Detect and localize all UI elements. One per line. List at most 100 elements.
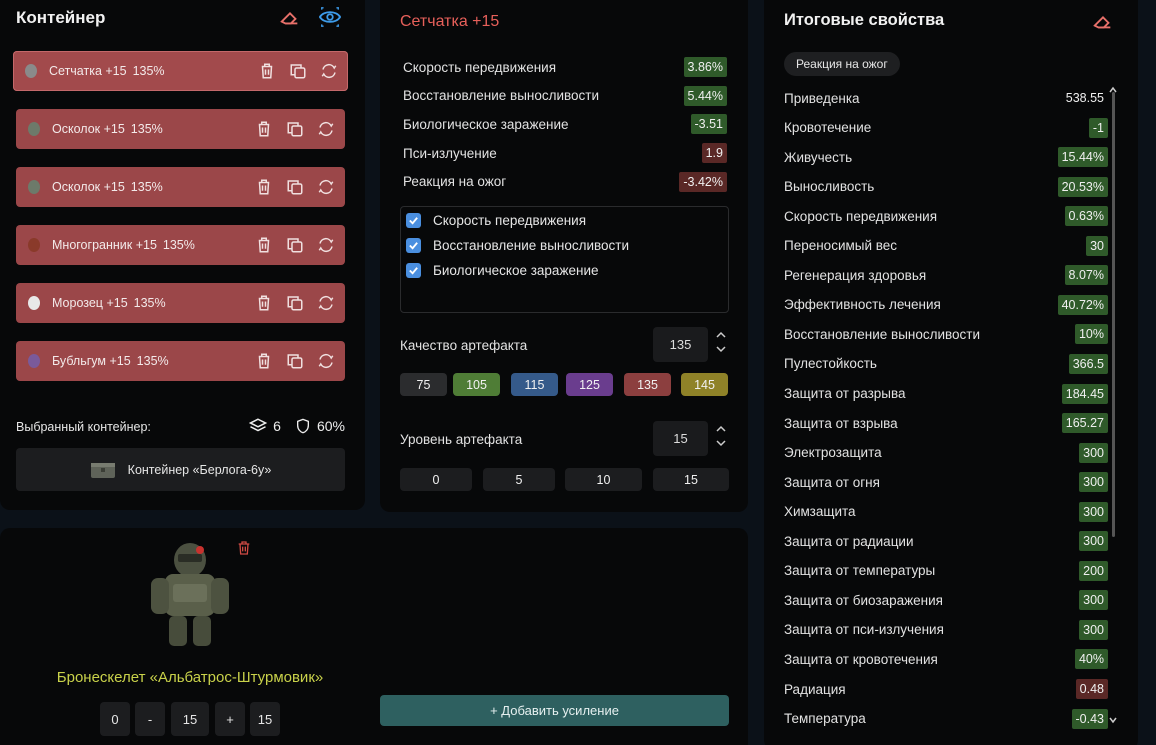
swap-icon[interactable] (320, 62, 338, 80)
delete-icon[interactable] (255, 120, 273, 138)
final-property-value: 300 (1079, 619, 1108, 640)
delete-icon[interactable] (258, 62, 276, 80)
artifact-slot[interactable]: Бубльгум +15 135% (16, 341, 345, 381)
level-spinner[interactable] (715, 425, 727, 447)
armor-level-input[interactable]: 15 (171, 702, 209, 736)
artifact-property-row: Реакция на ожог -3.42% (403, 171, 727, 193)
delete-icon[interactable] (255, 352, 273, 370)
level-preset-chip[interactable]: 0 (400, 468, 472, 491)
final-property-row: Эффективность лечения 40.72% (784, 294, 1108, 316)
checkmark-icon[interactable] (406, 263, 421, 278)
checkmark-icon[interactable] (406, 213, 421, 228)
container-panel: Контейнер Сетчатка +15 135% Осколок +15 … (0, 0, 365, 510)
swap-icon[interactable] (317, 236, 335, 254)
scroll-down-icon[interactable] (1108, 716, 1118, 724)
checkbox-label: Скорость передвижения (433, 213, 587, 228)
level-preset-chip[interactable]: 5 (483, 468, 555, 491)
quality-preset-chip[interactable]: 145 (681, 373, 728, 396)
property-checkbox[interactable]: Биологическое заражение (406, 263, 599, 278)
scroll-up-icon[interactable] (1108, 86, 1118, 94)
final-property-label: Выносливость (784, 179, 875, 195)
property-checkbox[interactable]: Скорость передвижения (406, 213, 586, 228)
checkbox-label: Биологическое заражение (433, 263, 599, 278)
eye-icon[interactable] (319, 6, 341, 28)
quality-input[interactable]: 135 (653, 327, 708, 362)
final-property-row: Защита от биозаражения 300 (784, 589, 1108, 611)
quality-preset-chip[interactable]: 75 (400, 373, 447, 396)
copy-icon[interactable] (286, 120, 304, 138)
add-upgrade-button[interactable]: + Добавить усиление (380, 695, 729, 726)
final-property-label: Радиация (784, 681, 846, 697)
selected-container-label: Выбранный контейнер: (16, 420, 151, 434)
filter-tag[interactable]: Реакция на ожог (784, 52, 900, 76)
shield-icon (296, 418, 309, 434)
quality-preset-chip[interactable]: 115 (511, 373, 558, 396)
final-property-label: Температура (784, 711, 866, 727)
chevron-up-icon[interactable] (715, 331, 727, 339)
final-property-value: 538.55 (1065, 91, 1104, 105)
artifact-slot[interactable]: Осколок +15 135% (16, 109, 345, 149)
copy-icon[interactable] (286, 178, 304, 196)
final-property-row: Кровотечение -1 (784, 117, 1108, 139)
final-property-label: Защита от радиации (784, 533, 914, 549)
delete-icon[interactable] (255, 236, 273, 254)
swap-icon[interactable] (317, 352, 335, 370)
scrollbar[interactable] (1112, 92, 1115, 537)
slot-name: Морозец +15 (52, 296, 128, 310)
property-checkbox[interactable]: Восстановление выносливости (406, 238, 629, 253)
final-property-value: 40.72% (1057, 294, 1108, 315)
delete-armor-icon[interactable] (236, 540, 252, 556)
copy-icon[interactable] (286, 352, 304, 370)
final-property-value: 300 (1079, 472, 1108, 493)
checkmark-icon[interactable] (406, 238, 421, 253)
armor-panel: Бронескелет «Альбатрос-Штурмовик» 0 - 15… (0, 528, 748, 745)
copy-icon[interactable] (289, 62, 307, 80)
artifact-title: Сетчатка +15 (400, 13, 500, 30)
chevron-down-icon[interactable] (715, 345, 727, 353)
final-property-label: Эффективность лечения (784, 297, 941, 313)
swap-icon[interactable] (317, 294, 335, 312)
final-property-label: Защита от пси-излучения (784, 622, 944, 638)
swap-icon[interactable] (317, 120, 335, 138)
final-property-row: Защита от радиации 300 (784, 530, 1108, 552)
container-select-button[interactable]: Контейнер «Берлога-6у» (16, 448, 345, 491)
quality-preset-chip[interactable]: 105 (453, 373, 500, 396)
chevron-down-icon[interactable] (715, 439, 727, 447)
slot-quality: 135% (133, 296, 166, 310)
final-property-row: Защита от температуры 200 (784, 560, 1108, 582)
eraser-icon[interactable] (1092, 10, 1114, 32)
chevron-up-icon[interactable] (715, 425, 727, 433)
slot-quality: 135% (162, 238, 195, 252)
delete-icon[interactable] (255, 178, 273, 196)
copy-icon[interactable] (286, 236, 304, 254)
slot-actions (255, 294, 335, 312)
final-property-row: Регенерация здоровья 8.07% (784, 264, 1108, 286)
final-property-label: Регенерация здоровья (784, 267, 927, 283)
quality-preset-chip[interactable]: 125 (566, 373, 613, 396)
artifact-slot[interactable]: Сетчатка +15 135% (13, 51, 348, 91)
artifact-slot[interactable]: Многогранник +15 135% (16, 225, 345, 265)
property-value: -3.51 (690, 114, 727, 135)
armor-min-button[interactable]: 0 (100, 702, 130, 736)
copy-icon[interactable] (286, 294, 304, 312)
armor-decrement-button[interactable]: - (135, 702, 165, 736)
armor-max-button[interactable]: 15 (250, 702, 280, 736)
level-input[interactable]: 15 (653, 421, 708, 456)
eraser-icon[interactable] (279, 6, 301, 28)
armor-name: Бронескелет «Альбатрос-Штурмовик» (56, 669, 324, 686)
artifact-thumbnail (28, 180, 40, 194)
final-property-row: Защита от кровотечения 40% (784, 648, 1108, 670)
armor-increment-button[interactable]: + (215, 702, 245, 736)
swap-icon[interactable] (317, 178, 335, 196)
final-property-row: Скорость передвижения 0.63% (784, 205, 1108, 227)
final-property-label: Пулестойкость (784, 356, 877, 372)
artifact-slot[interactable]: Морозец +15 135% (16, 283, 345, 323)
final-property-value: 200 (1079, 560, 1108, 581)
quality-spinner[interactable] (715, 331, 727, 353)
quality-preset-chip[interactable]: 135 (624, 373, 671, 396)
artifact-slot[interactable]: Осколок +15 135% (16, 167, 345, 207)
level-preset-chip[interactable]: 10 (565, 468, 642, 491)
delete-icon[interactable] (255, 294, 273, 312)
level-preset-chip[interactable]: 15 (653, 468, 729, 491)
property-value: 3.86% (683, 57, 727, 77)
